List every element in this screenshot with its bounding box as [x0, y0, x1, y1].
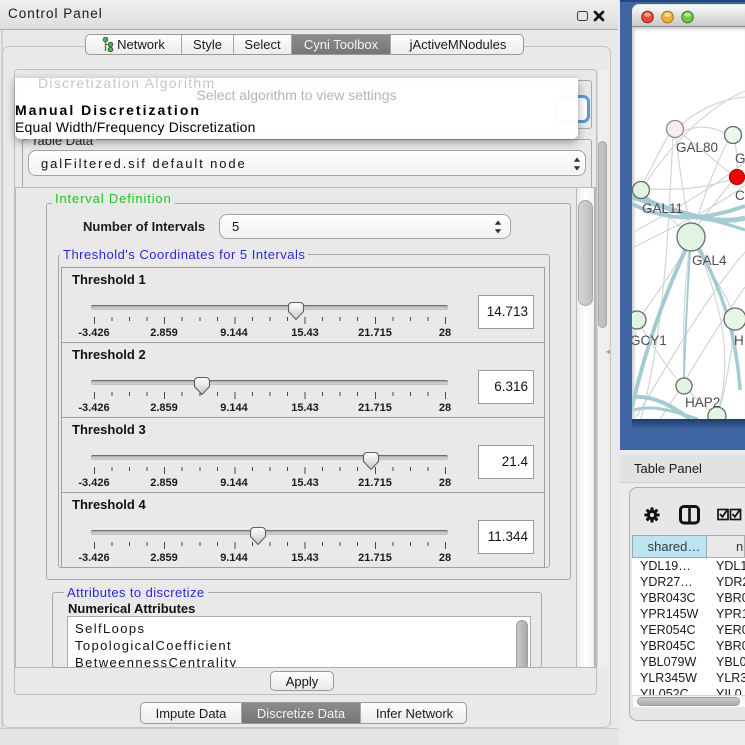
svg-text:GCY1: GCY1	[632, 333, 667, 348]
svg-text:GA: GA	[735, 151, 745, 166]
svg-text:C: C	[735, 188, 745, 203]
svg-text:GAL4: GAL4	[692, 253, 727, 268]
svg-text:HAP2: HAP2	[685, 395, 720, 410]
svg-text:GAL80: GAL80	[676, 140, 718, 155]
svg-text:GAL11: GAL11	[642, 201, 683, 216]
svg-text:H: H	[734, 333, 744, 348]
